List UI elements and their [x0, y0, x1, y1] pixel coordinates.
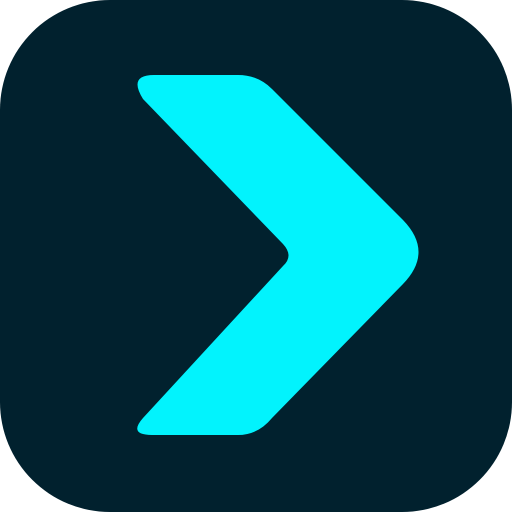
app-icon	[0, 0, 512, 512]
icon-background	[0, 0, 512, 512]
app-icon-graphic	[0, 0, 512, 512]
